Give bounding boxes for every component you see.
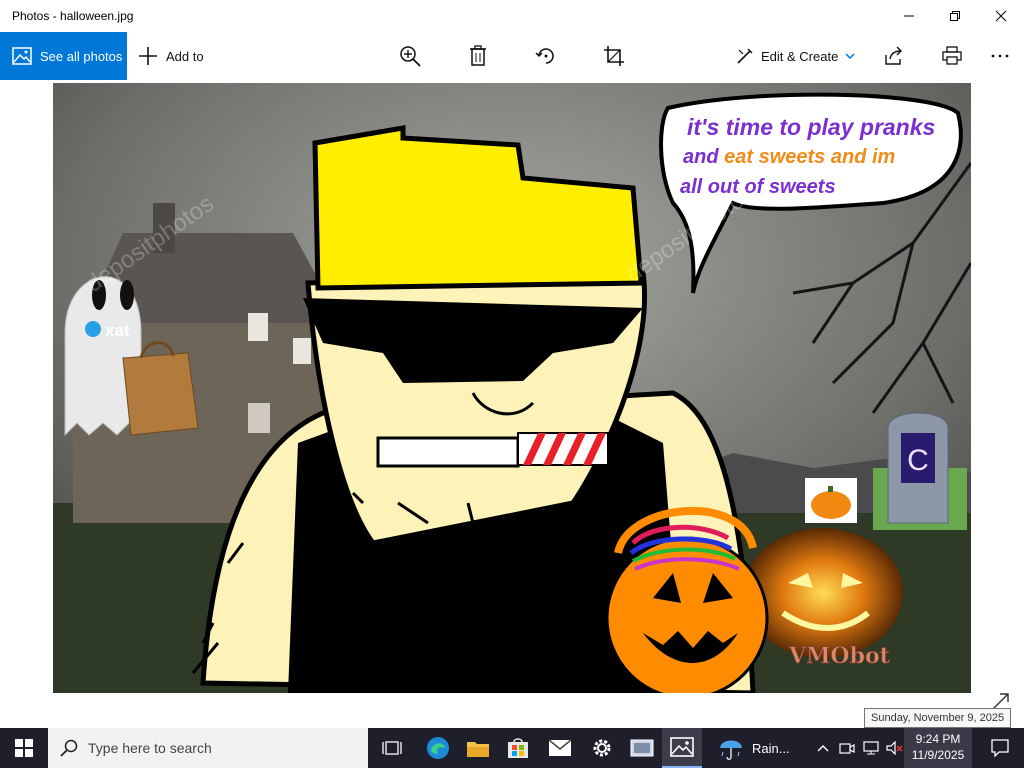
taskbar-mail[interactable]: [540, 728, 580, 768]
taskbar-photos[interactable]: [662, 728, 702, 768]
svg-text:and eat sweets and im: and eat sweets and im: [683, 146, 895, 168]
zoom-in-icon: [400, 46, 421, 67]
rotate-icon: [535, 48, 554, 64]
clock-time: 9:24 PM: [915, 732, 961, 746]
clock-date: 11/9/2025: [911, 748, 965, 762]
speech-line-2a: and: [683, 146, 724, 168]
tombstone-letter: C: [907, 444, 929, 477]
close-button[interactable]: [978, 0, 1024, 32]
plus-icon: [139, 47, 157, 65]
taskbar-file-explorer[interactable]: [458, 728, 498, 768]
zoom-in-button[interactable]: [398, 44, 422, 68]
edge-browser-icon: [427, 737, 449, 759]
chevron-down-icon: [845, 53, 855, 60]
windows-logo-icon: [15, 739, 33, 757]
store-icon: [508, 738, 528, 758]
signature-text: VMObot: [788, 643, 891, 669]
start-button[interactable]: [0, 728, 48, 768]
rain-umbrella-icon: [720, 740, 742, 760]
folder-icon: [467, 742, 489, 757]
edit-create-label: Edit & Create: [761, 48, 839, 64]
tray-meet-now[interactable]: [836, 728, 858, 768]
window-title: Photos - halloween.jpg: [12, 9, 134, 23]
action-center-button[interactable]: [976, 728, 1024, 768]
show-hidden-icons-button[interactable]: [812, 728, 834, 768]
taskbar-settings[interactable]: [582, 728, 622, 768]
photo-toolbar: See all photos Add to Edit & Create: [0, 32, 1024, 80]
search-icon: [60, 739, 78, 757]
speech-line-3: all out of sweets: [680, 176, 836, 198]
gear-icon: [593, 739, 611, 757]
restore-icon: [950, 11, 960, 21]
volume-muted-icon: [886, 741, 903, 755]
taskbar: Type here to search Rain... 9:24 PM 11/9…: [0, 728, 1024, 768]
chevron-up-icon: [817, 745, 829, 752]
task-view-button[interactable]: [372, 728, 412, 768]
photos-icon: [12, 47, 32, 65]
halloween-image: xat it's time to play pranks and eat swe…: [53, 83, 971, 693]
share-button[interactable]: [882, 44, 906, 68]
camera-icon: [839, 743, 855, 754]
taskbar-store[interactable]: [498, 728, 538, 768]
more-icon: [991, 54, 1009, 58]
title-bar: Photos - halloween.jpg: [0, 0, 1024, 32]
speech-line-2b: eat sweets and im: [724, 146, 895, 168]
weather-widget[interactable]: Rain...: [718, 728, 790, 768]
xat-logo-text: xat: [105, 321, 130, 340]
notification-icon: [991, 739, 1009, 757]
crop-button[interactable]: [602, 44, 626, 68]
see-all-photos-button[interactable]: See all photos: [0, 32, 127, 80]
tray-network[interactable]: [860, 728, 882, 768]
mail-icon: [548, 739, 572, 756]
search-placeholder: Type here to search: [88, 740, 212, 756]
rotate-button[interactable]: [534, 44, 558, 68]
edit-create-button[interactable]: Edit & Create: [736, 32, 855, 80]
edit-wand-icon: [737, 48, 753, 64]
photos-app-icon: [670, 737, 694, 757]
printer-icon: [942, 46, 962, 65]
tray-volume[interactable]: [884, 728, 906, 768]
trash-icon: [470, 45, 486, 66]
app-window-icon: [630, 739, 654, 757]
taskbar-clock[interactable]: 9:24 PM 11/9/2025: [904, 728, 972, 768]
print-button[interactable]: [940, 44, 964, 68]
speech-line-1: it's time to play pranks: [687, 114, 935, 140]
close-icon: [995, 10, 1007, 22]
date-tooltip: Sunday, November 9, 2025: [864, 708, 1012, 728]
see-all-photos-label: See all photos: [40, 48, 123, 64]
minimize-button[interactable]: [886, 0, 932, 32]
weather-label: Rain...: [752, 740, 790, 756]
network-icon: [863, 741, 879, 755]
taskbar-app[interactable]: [622, 728, 662, 768]
crop-icon: [604, 46, 624, 66]
more-options-button[interactable]: [988, 44, 1012, 68]
share-icon: [885, 46, 902, 65]
minimize-icon: [904, 15, 914, 17]
taskbar-search-box[interactable]: Type here to search: [48, 728, 368, 768]
task-view-icon: [382, 741, 402, 755]
maximize-button[interactable]: [932, 0, 978, 32]
add-to-button[interactable]: Add to: [138, 32, 204, 80]
photo-viewer[interactable]: xat it's time to play pranks and eat swe…: [0, 80, 1024, 728]
add-to-label: Add to: [166, 48, 204, 64]
delete-button[interactable]: [466, 44, 490, 68]
taskbar-edge[interactable]: [418, 728, 458, 768]
